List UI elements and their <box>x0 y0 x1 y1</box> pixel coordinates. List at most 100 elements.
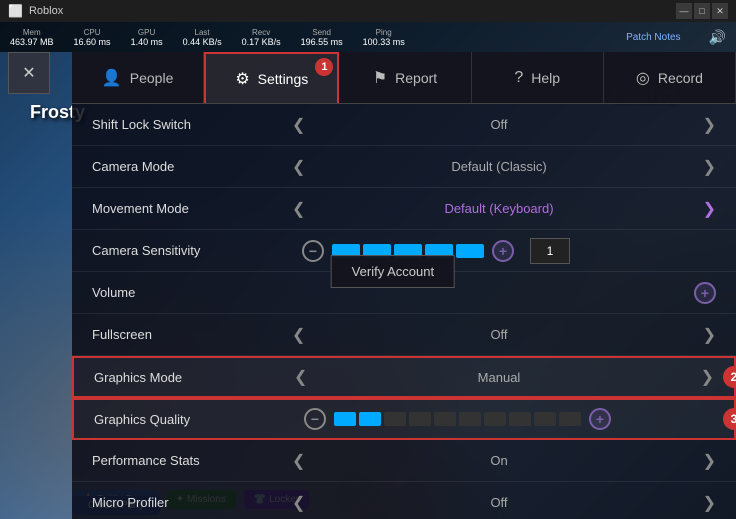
tab-people-label: People <box>130 70 174 86</box>
segment-2 <box>363 244 391 258</box>
row-graphics-quality[interactable]: Graphics Quality − + 3 <box>72 398 736 440</box>
minimize-button[interactable]: — <box>676 3 692 19</box>
settings-icon: ⚙ <box>235 69 249 89</box>
graphics-mode-right-arrow[interactable]: ❯ <box>701 367 714 387</box>
annotation-badge-2: 2 <box>723 366 736 388</box>
shift-lock-label: Shift Lock Switch <box>92 117 292 132</box>
gq-seg-4 <box>409 412 431 426</box>
camera-mode-value: Default (Classic) <box>451 159 546 174</box>
camera-mode-right-arrow[interactable]: ❯ <box>703 157 716 177</box>
titlebar-title: Roblox <box>29 5 63 17</box>
row-performance-stats[interactable]: Performance Stats ❮ On ❯ <box>72 440 736 482</box>
sensitivity-input[interactable] <box>530 238 570 264</box>
gq-seg-1 <box>334 412 356 426</box>
fullscreen-label: Fullscreen <box>92 327 292 342</box>
tab-help[interactable]: ? Help <box>472 52 604 103</box>
maximize-button[interactable]: □ <box>694 3 710 19</box>
performance-stats-value: On <box>490 453 507 468</box>
row-volume[interactable]: Volume + <box>72 272 736 314</box>
stat-send: Send 196.55 ms <box>301 28 343 47</box>
tab-record-label: Record <box>658 70 703 86</box>
row-graphics-mode[interactable]: Graphics Mode ❮ Manual ❯ 2 <box>72 356 736 398</box>
gq-seg-10 <box>559 412 581 426</box>
titlebar: ⬜ Roblox — □ ✕ <box>0 0 736 22</box>
stats-bar: Mem 463.97 MB CPU 16.60 ms GPU 1.40 ms L… <box>0 22 736 52</box>
stat-gpu: GPU 1.40 ms <box>131 28 163 47</box>
shift-lock-right-arrow[interactable]: ❯ <box>703 115 716 135</box>
annotation-badge-3: 3 <box>723 408 736 430</box>
close-overlay-button[interactable]: ✕ <box>8 52 50 94</box>
graphics-quality-slider: − + <box>304 408 611 430</box>
graphics-mode-left-arrow[interactable]: ❮ <box>294 367 307 387</box>
close-icon: ✕ <box>22 63 35 83</box>
quality-segments <box>334 412 581 426</box>
settings-content: Shift Lock Switch ❮ Off ❯ Camera Mode ❮ … <box>72 104 736 519</box>
people-icon: 👤 <box>102 68 122 88</box>
gq-seg-9 <box>534 412 556 426</box>
tab-settings-label: Settings <box>258 71 309 87</box>
row-micro-profiler[interactable]: Micro Profiler ❮ Off ❯ <box>72 482 736 519</box>
micro-profiler-left-arrow[interactable]: ❮ <box>292 493 305 513</box>
volume-increase-btn[interactable]: + <box>694 282 716 304</box>
performance-stats-label: Performance Stats <box>92 453 292 468</box>
stat-mem: Mem 463.97 MB <box>10 28 54 47</box>
shift-lock-left-arrow[interactable]: ❮ <box>292 115 305 135</box>
camera-sensitivity-slider: − + <box>302 238 570 264</box>
gq-seg-6 <box>459 412 481 426</box>
sound-icon[interactable]: 🔊 <box>709 29 726 46</box>
row-movement-mode[interactable]: Movement Mode ❮ Default (Keyboard) ❯ <box>72 188 736 230</box>
performance-stats-left-arrow[interactable]: ❮ <box>292 451 305 471</box>
stat-last: Last 0.44 KB/s <box>183 28 222 47</box>
quality-increase-btn[interactable]: + <box>589 408 611 430</box>
movement-mode-label: Movement Mode <box>92 201 292 216</box>
stat-recv: Recv 0.17 KB/s <box>242 28 281 47</box>
movement-mode-value: Default (Keyboard) <box>444 201 553 216</box>
row-fullscreen[interactable]: Fullscreen ❮ Off ❯ <box>72 314 736 356</box>
fullscreen-right-arrow[interactable]: ❯ <box>703 325 716 345</box>
micro-profiler-value: Off <box>490 495 507 510</box>
report-icon: ⚑ <box>373 68 387 88</box>
stat-cpu: CPU 16.60 ms <box>74 28 111 47</box>
sensitivity-decrease-btn[interactable]: − <box>302 240 324 262</box>
close-window-button[interactable]: ✕ <box>712 3 728 19</box>
overlay-panel: 👤 People ⚙ Settings 1 ⚑ Report ? Help ◎ … <box>72 52 736 519</box>
titlebar-controls: — □ ✕ <box>676 3 728 19</box>
fullscreen-left-arrow[interactable]: ❮ <box>292 325 305 345</box>
tab-help-label: Help <box>531 70 560 86</box>
camera-mode-left-arrow[interactable]: ❮ <box>292 157 305 177</box>
volume-label: Volume <box>92 285 292 300</box>
segment-1 <box>332 244 360 258</box>
gq-seg-3 <box>384 412 406 426</box>
sensitivity-increase-btn[interactable]: + <box>492 240 514 262</box>
tab-people[interactable]: 👤 People <box>72 52 204 103</box>
segment-5 <box>456 244 484 258</box>
row-camera-sensitivity[interactable]: Camera Sensitivity − + <box>72 230 736 272</box>
micro-profiler-right-arrow[interactable]: ❯ <box>703 493 716 513</box>
movement-mode-left-arrow[interactable]: ❮ <box>292 199 305 219</box>
gq-seg-8 <box>509 412 531 426</box>
graphics-quality-label: Graphics Quality <box>94 412 294 427</box>
sensitivity-segments <box>332 244 484 258</box>
row-shift-lock[interactable]: Shift Lock Switch ❮ Off ❯ <box>72 104 736 146</box>
fullscreen-value: Off <box>490 327 507 342</box>
gq-seg-2 <box>359 412 381 426</box>
quality-decrease-btn[interactable]: − <box>304 408 326 430</box>
camera-sensitivity-label: Camera Sensitivity <box>92 243 292 258</box>
movement-mode-right-arrow[interactable]: ❯ <box>703 199 716 219</box>
performance-stats-right-arrow[interactable]: ❯ <box>703 451 716 471</box>
tab-settings[interactable]: ⚙ Settings 1 <box>204 52 339 103</box>
micro-profiler-label: Micro Profiler <box>92 495 292 510</box>
tab-report[interactable]: ⚑ Report <box>339 52 471 103</box>
graphics-mode-value: Manual <box>478 370 521 385</box>
gq-seg-5 <box>434 412 456 426</box>
stat-ping: Ping 100.33 ms <box>363 28 405 47</box>
graphics-mode-label: Graphics Mode <box>94 370 294 385</box>
tab-bar: 👤 People ⚙ Settings 1 ⚑ Report ? Help ◎ … <box>72 52 736 104</box>
tab-record[interactable]: ◎ Record <box>604 52 736 103</box>
camera-mode-label: Camera Mode <box>92 159 292 174</box>
app-icon: ⬜ <box>8 4 23 18</box>
row-camera-mode[interactable]: Camera Mode ❮ Default (Classic) ❯ <box>72 146 736 188</box>
settings-badge: 1 <box>315 58 333 76</box>
shift-lock-value: Off <box>490 117 507 132</box>
patch-notes-link[interactable]: Patch Notes <box>626 32 680 43</box>
